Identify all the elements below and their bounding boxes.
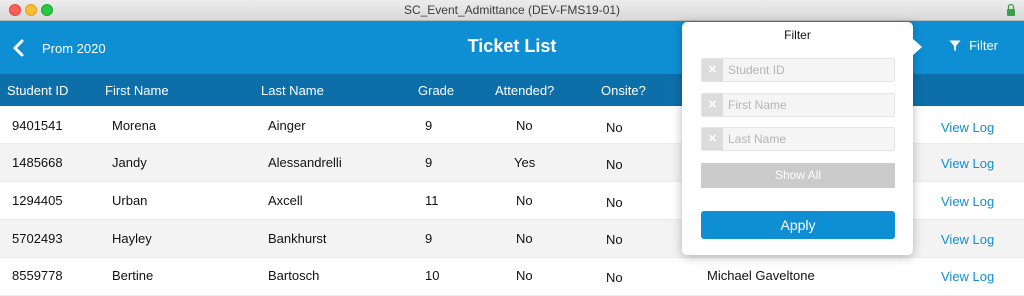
cell-last-name: Axcell [268, 193, 303, 208]
funnel-icon [949, 40, 961, 51]
student-id-input[interactable] [728, 61, 888, 79]
show-all-button[interactable]: Show All [701, 163, 895, 188]
cell-last-name: Bankhurst [268, 231, 327, 246]
cell-onsite: No [606, 120, 623, 135]
cell-attended: No [516, 118, 533, 133]
clear-icon[interactable]: ✕ [702, 59, 723, 81]
cell-onsite: No [606, 157, 623, 172]
last-name-field: ✕ [701, 127, 895, 151]
cell-student-id: 9401541 [12, 118, 63, 133]
cell-student-id: 1294405 [12, 193, 63, 208]
clear-icon[interactable]: ✕ [702, 128, 723, 150]
cell-grade: 11 [425, 193, 439, 208]
app-window: SC_Event_Admittance (DEV-FMS19-01) Prom … [0, 0, 1024, 296]
cell-last-name: Bartosch [268, 268, 320, 283]
apply-button[interactable]: Apply [701, 211, 895, 239]
filter-button-label: Filter [969, 38, 998, 53]
view-log-link[interactable]: View Log [941, 269, 994, 284]
filter-button[interactable]: Filter [949, 38, 998, 53]
table-row: 8559778 Bertine Bartosch 10 No No Michae… [0, 258, 1024, 296]
clear-icon[interactable]: ✕ [702, 94, 723, 116]
cell-onsite: No [606, 270, 623, 285]
column-header-first-name[interactable]: First Name [105, 83, 169, 98]
first-name-input[interactable] [728, 96, 888, 114]
column-header-attended[interactable]: Attended? [495, 83, 554, 98]
cell-student-id: 1485668 [12, 155, 63, 170]
cell-attended: Yes [514, 155, 536, 170]
cell-last-name: Alessandrelli [268, 155, 342, 170]
cell-onsite: No [606, 195, 623, 210]
last-name-input[interactable] [728, 130, 888, 148]
cell-last-name: Ainger [268, 118, 306, 133]
column-header-onsite[interactable]: Onsite? [601, 83, 646, 98]
view-log-link[interactable]: View Log [941, 232, 994, 247]
cell-grade: 9 [425, 155, 433, 170]
student-id-field: ✕ [701, 58, 895, 82]
cell-first-name: Hayley [112, 231, 152, 246]
window-title: SC_Event_Admittance (DEV-FMS19-01) [403, 3, 621, 17]
cell-grade: 9 [425, 118, 433, 133]
column-header-last-name[interactable]: Last Name [261, 83, 324, 98]
cell-first-name: Morena [112, 118, 157, 133]
first-name-field: ✕ [701, 93, 895, 117]
cell-attended: No [516, 193, 533, 208]
cell-attended: No [516, 268, 533, 283]
view-log-link[interactable]: View Log [941, 194, 994, 209]
filter-popover: Filter ✕ ✕ ✕ Show All Apply [682, 22, 922, 255]
title-bar: SC_Event_Admittance (DEV-FMS19-01) [0, 0, 1024, 21]
cell-grade: 10 [425, 268, 440, 283]
view-log-link[interactable]: View Log [941, 120, 994, 135]
cell-grade: 9 [425, 231, 433, 246]
filter-popover-title: Filter [784, 28, 811, 42]
cell-name: Michael Gaveltone [707, 268, 815, 283]
cell-student-id: 5702493 [12, 231, 63, 246]
cell-first-name: Jandy [112, 155, 147, 170]
lock-icon [1007, 3, 1015, 16]
column-header-grade[interactable]: Grade [418, 83, 454, 98]
popover-arrow [912, 38, 922, 56]
cell-onsite: No [606, 232, 623, 247]
cell-first-name: Bertine [112, 268, 154, 283]
cell-first-name: Urban [112, 193, 148, 208]
cell-student-id: 8559778 [12, 268, 63, 283]
cell-attended: No [516, 231, 533, 246]
view-log-link[interactable]: View Log [941, 156, 994, 171]
column-header-student-id[interactable]: Student ID [7, 83, 68, 98]
